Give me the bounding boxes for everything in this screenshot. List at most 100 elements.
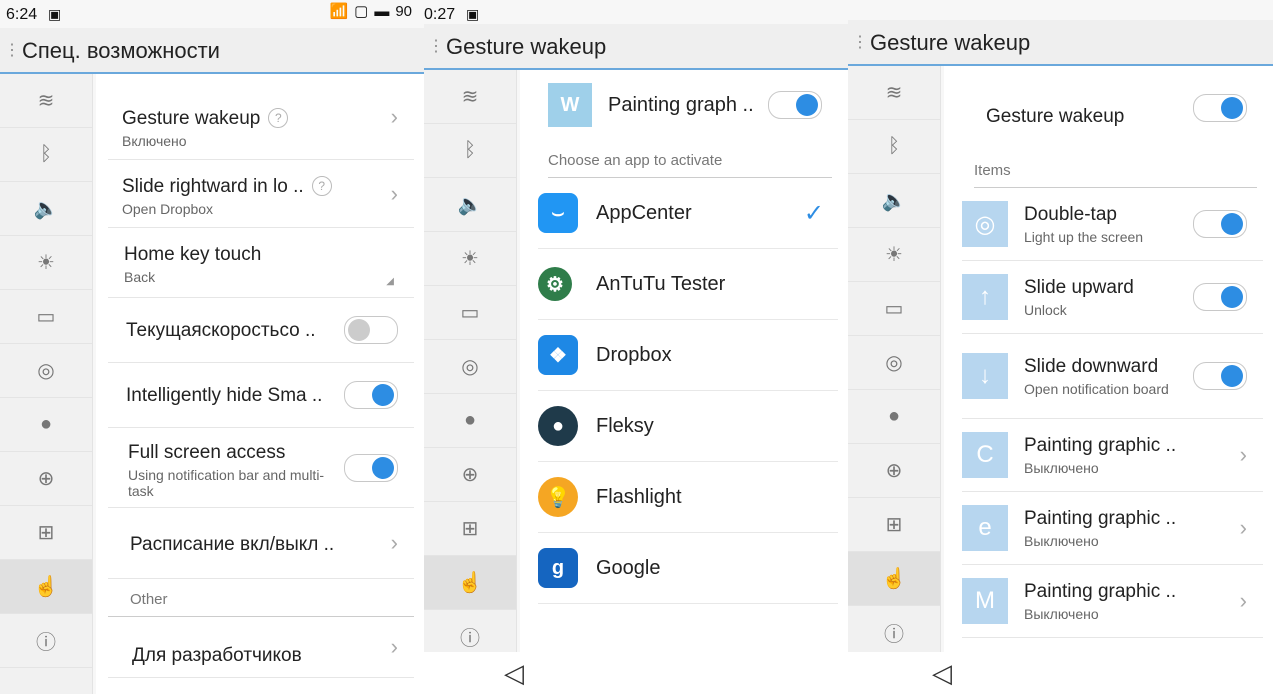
- hand-gesture-icon[interactable]: ☝: [0, 560, 92, 614]
- brightness-icon[interactable]: ☀: [0, 236, 92, 290]
- slide-up-icon: ↑: [962, 274, 1008, 320]
- list-item[interactable]: M Painting graphic .. Выключено ›: [962, 565, 1263, 638]
- list-item[interactable]: e Painting graphic .. Выключено ›: [962, 492, 1263, 565]
- gesture-wakeup-toggle[interactable]: [1193, 94, 1247, 122]
- slide-down-icon: ↓: [962, 353, 1008, 399]
- back-icon[interactable]: ◁: [504, 658, 524, 689]
- list-item[interactable]: C Painting graphic .. Выключено ›: [962, 419, 1263, 492]
- page-title: Gesture wakeup: [446, 34, 607, 59]
- help-icon[interactable]: ?: [268, 108, 289, 128]
- section-other: Other: [130, 591, 168, 608]
- sound-icon[interactable]: 🔈: [424, 178, 516, 232]
- row-title: Painting graph ..: [608, 93, 754, 116]
- list-item[interactable]: ⚙ AnTuTu Tester: [538, 249, 838, 320]
- hand-gesture-icon[interactable]: ☝: [424, 556, 516, 610]
- globe-icon[interactable]: ⊕: [0, 452, 92, 506]
- slide-downward-toggle[interactable]: [1193, 362, 1247, 390]
- sound-icon[interactable]: 🔈: [0, 182, 92, 236]
- bluetooth-icon[interactable]: ᛒ: [0, 128, 92, 182]
- list-item[interactable]: ↓ Slide downward Open notification board: [962, 334, 1263, 419]
- section-items: Items: [974, 150, 1257, 188]
- wifi-icon[interactable]: ≋: [0, 74, 92, 128]
- status-time: 0:27: [424, 6, 456, 23]
- category-rail: ≋ ᛒ 🔈 ☀ ▭ ◎ ● ⊕ ⊞ ☝ ⓘ: [848, 66, 941, 694]
- row-subtitle: Using notification bar and multi-task: [128, 467, 325, 499]
- app-name: Flashlight: [596, 485, 682, 508]
- location-icon[interactable]: ●: [0, 398, 92, 452]
- painting-graph-toggle[interactable]: [768, 91, 822, 119]
- sound-icon[interactable]: 🔈: [848, 174, 940, 228]
- row-subtitle: Back: [124, 269, 156, 285]
- developer-row[interactable]: Для разработчиков ›: [108, 616, 414, 678]
- list-item[interactable]: ↑ Slide upward Unlock: [962, 261, 1263, 334]
- gesture-wakeup-master-row[interactable]: Gesture wakeup: [956, 66, 1263, 150]
- gesture-items-list: Gesture wakeup Items ◎ Double-tap Light u…: [944, 66, 1273, 694]
- full-screen-access-toggle[interactable]: [344, 453, 398, 482]
- menu-icon[interactable]: ⋮: [4, 40, 20, 60]
- intelligently-hide-row[interactable]: Intelligently hide Sma ..: [108, 363, 414, 428]
- item-subtitle: Выключено: [1024, 605, 1099, 622]
- location-icon[interactable]: ●: [848, 390, 940, 444]
- list-item[interactable]: g Google: [538, 533, 838, 604]
- bluetooth-icon[interactable]: ᛒ: [424, 124, 516, 178]
- battery-level: 90: [395, 2, 412, 20]
- image-notification-icon: ▣: [466, 6, 480, 22]
- list-item[interactable]: ◎ Double-tap Light up the screen: [962, 188, 1263, 261]
- dropbox-icon: ❖: [538, 335, 578, 375]
- gesture-wakeup-row[interactable]: Gesture wakeup? Включено ›: [108, 74, 414, 160]
- list-item[interactable]: ❖ Dropbox: [538, 320, 838, 391]
- fingerprint-icon[interactable]: ◎: [848, 336, 940, 390]
- help-icon[interactable]: ?: [311, 176, 332, 196]
- menu-icon[interactable]: ⋮: [852, 32, 868, 52]
- brightness-icon[interactable]: ☀: [424, 232, 516, 286]
- info-icon[interactable]: ⓘ: [0, 614, 92, 668]
- page-title: Gesture wakeup: [870, 30, 1031, 55]
- list-item[interactable]: 💡 Flashlight: [538, 462, 838, 533]
- double-tap-toggle[interactable]: [1193, 210, 1247, 238]
- item-subtitle: Light up the screen: [1024, 228, 1144, 245]
- app-name: Dropbox: [596, 343, 672, 366]
- apps-grid-icon[interactable]: ⊞: [0, 506, 92, 560]
- app-name: Google: [596, 556, 661, 579]
- globe-icon[interactable]: ⊕: [848, 444, 940, 498]
- row-title: Slide rightward in lo ..: [122, 176, 304, 197]
- painting-graph-header[interactable]: W Painting graph ..: [532, 70, 838, 140]
- wifi-icon[interactable]: ≋: [424, 70, 516, 124]
- back-icon[interactable]: ◁: [932, 658, 952, 689]
- wifi-icon[interactable]: ≋: [848, 66, 940, 120]
- current-speed-toggle[interactable]: [344, 316, 398, 344]
- battery-icon[interactable]: ▭: [0, 290, 92, 344]
- intelligently-hide-toggle[interactable]: [344, 381, 398, 409]
- slide-rightward-row[interactable]: Slide rightward in lo ..? Open Dropbox ›: [108, 160, 414, 228]
- item-subtitle: Open notification board: [1024, 380, 1169, 397]
- checkmark-icon: ✓: [803, 199, 824, 227]
- row-title: Для разработчиков: [132, 645, 302, 666]
- home-key-touch-row[interactable]: Home key touch Back ◢: [108, 228, 414, 298]
- battery-icon: ▬: [374, 2, 390, 20]
- hand-gesture-icon[interactable]: ☝: [848, 552, 940, 606]
- current-speed-row[interactable]: Текущаяскоростьсо ..: [108, 298, 414, 363]
- apps-grid-icon[interactable]: ⊞: [424, 502, 516, 556]
- battery-icon[interactable]: ▭: [848, 282, 940, 336]
- item-title: Slide upward: [1024, 276, 1134, 298]
- slide-upward-toggle[interactable]: [1193, 283, 1247, 311]
- settings-list: Gesture wakeup? Включено › Slide rightwa…: [96, 74, 424, 694]
- globe-icon[interactable]: ⊕: [424, 448, 516, 502]
- full-screen-access-row[interactable]: Full screen access Using notification ba…: [108, 428, 414, 508]
- app-name: AppCenter: [596, 201, 692, 224]
- battery-icon[interactable]: ▭: [424, 286, 516, 340]
- bluetooth-icon[interactable]: ᛒ: [848, 120, 940, 174]
- fingerprint-icon[interactable]: ◎: [424, 340, 516, 394]
- schedule-row[interactable]: Расписание вкл/выкл .. ›: [108, 508, 414, 579]
- painting-e-icon: e: [962, 505, 1008, 551]
- list-item[interactable]: ⌣ AppCenter ✓: [538, 178, 838, 249]
- brightness-icon[interactable]: ☀: [848, 228, 940, 282]
- list-item[interactable]: ● Fleksy: [538, 391, 838, 462]
- location-icon[interactable]: ●: [424, 394, 516, 448]
- fingerprint-icon[interactable]: ◎: [0, 344, 92, 398]
- row-subtitle: Включено: [122, 133, 187, 149]
- item-subtitle: Unlock: [1024, 301, 1067, 318]
- apps-grid-icon[interactable]: ⊞: [848, 498, 940, 552]
- section-choose-app: Choose an app to activate: [548, 140, 832, 178]
- menu-icon[interactable]: ⋮: [428, 36, 444, 56]
